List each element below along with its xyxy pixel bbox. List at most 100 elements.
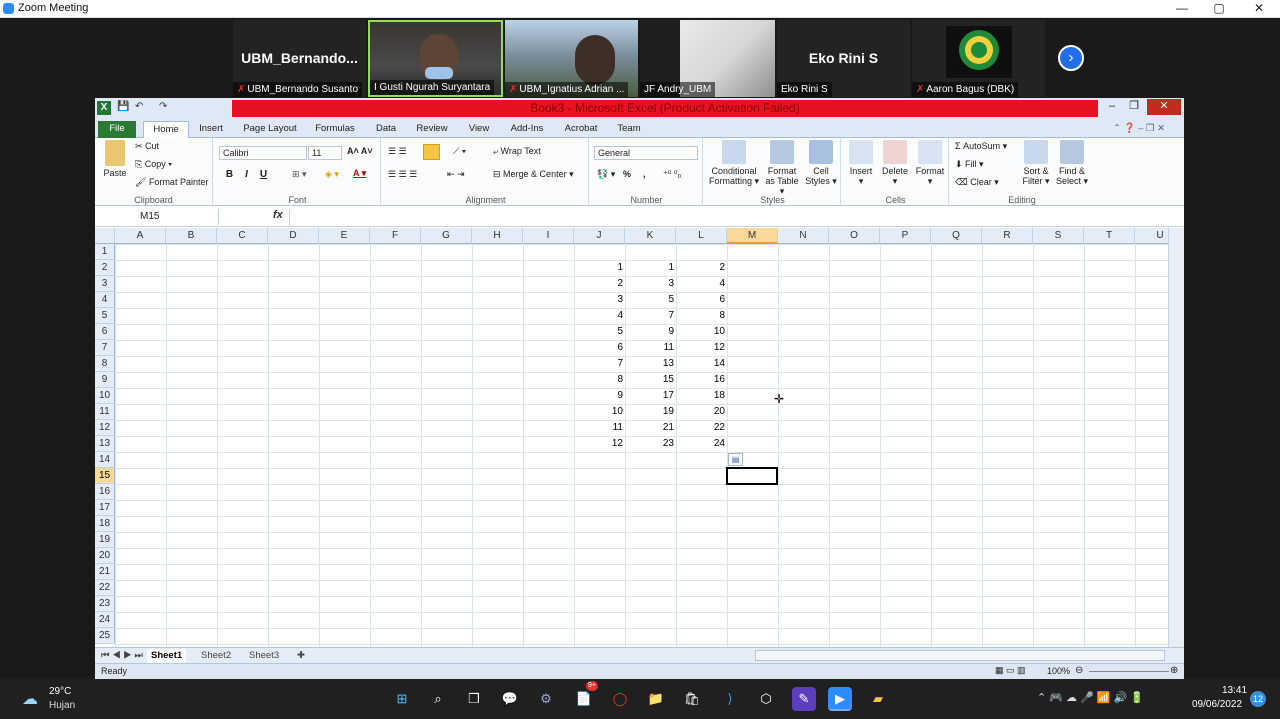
column-header[interactable]: P [880,228,931,244]
zoom-slider[interactable] [1089,671,1169,672]
new-sheet-icon[interactable]: ✚ [293,649,309,663]
cell[interactable]: 20 [676,404,727,420]
worksheet-grid[interactable]: A B C D E F G H I J K L M N O P Q R S T U 1 2 3 4 5 6 7 8 9 10 11 12 13 14… [95,228,1168,647]
wrap-text-button[interactable]: ⤶ Wrap Text [493,146,541,157]
column-header[interactable]: O [829,228,880,244]
restore-button[interactable]: ▢ [1200,0,1238,18]
cell[interactable]: 2 [574,276,625,292]
cell[interactable]: 2 [676,260,727,276]
tab-view[interactable]: View [464,121,494,138]
column-header[interactable]: R [982,228,1033,244]
cell[interactable]: 9 [625,324,676,340]
store-icon[interactable]: 🛍 [680,687,704,711]
paste-options-icon[interactable]: ▤ [728,453,743,466]
cell[interactable]: 9 [574,388,625,404]
decimal-icon[interactable]: ⁺⁰ ⁰₀ [663,169,681,180]
cell[interactable]: 3 [625,276,676,292]
tab-acrobat[interactable]: Acrobat [561,121,601,138]
column-header[interactable]: I [523,228,574,244]
paste-button[interactable]: Paste [101,140,129,178]
horizontal-scrollbar[interactable] [755,650,1165,661]
row-header[interactable]: 25 [95,628,115,644]
column-header[interactable]: T [1084,228,1135,244]
row-header[interactable]: 22 [95,580,115,596]
sort-filter-button[interactable]: Sort & Filter ▾ [1019,140,1053,186]
column-header[interactable]: N [778,228,829,244]
grow-font-button[interactable]: A˄ A˅ [347,146,373,156]
currency-icon[interactable]: 💱 ▾ [597,169,615,180]
minimize-button[interactable]: — [1163,0,1201,18]
autosum-button[interactable]: Σ AutoSum ▾ [955,141,1007,152]
clock-date[interactable]: 09/06/2022 [1192,699,1242,710]
merge-center-button[interactable]: ⊟ Merge & Center ▾ [493,169,574,180]
row-header[interactable]: 15 [95,468,115,484]
sheet-nav-icons[interactable]: ⏮ ◀ ▶ ⏭ [97,649,147,663]
cell[interactable]: 12 [676,340,727,356]
tab-data[interactable]: Data [371,121,401,138]
comma-button[interactable]: , [643,169,646,179]
row-header[interactable]: 3 [95,276,115,292]
row-header[interactable]: 20 [95,548,115,564]
zoom-taskbar-icon[interactable]: ▶ [828,687,852,711]
column-header[interactable]: S [1033,228,1084,244]
column-header[interactable]: B [166,228,217,244]
active-cell-selection[interactable] [726,467,778,485]
row-header[interactable]: 9 [95,372,115,388]
task-view-icon[interactable]: ❐ [462,687,486,711]
cell[interactable]: 18 [676,388,727,404]
row-header[interactable]: 21 [95,564,115,580]
participant-tile[interactable]: JF Andry_UBM [640,20,775,97]
tab-insert[interactable]: Insert [195,121,227,138]
zoom-in-button[interactable]: ⊕ [1170,665,1178,676]
column-header[interactable]: M [727,228,778,244]
row-header[interactable]: 16 [95,484,115,500]
column-header[interactable]: J [574,228,625,244]
redo-icon[interactable]: ↷ [159,101,167,112]
participant-tile[interactable]: ✗ Aaron Bagus (DBK) [912,20,1045,97]
cell[interactable]: 6 [574,340,625,356]
cell[interactable]: 15 [625,372,676,388]
tab-review[interactable]: Review [413,121,451,138]
zoom-out-button[interactable]: ⊖ [1075,665,1083,676]
cell[interactable]: 8 [676,308,727,324]
teams-icon[interactable]: ✎ [792,687,816,711]
cell[interactable]: 17 [625,388,676,404]
conditional-formatting-button[interactable]: Conditional Formatting ▾ [707,140,761,186]
tab-page-layout[interactable]: Page Layout [240,121,300,138]
sheet-tab-sheet1[interactable]: Sheet1 [147,649,187,663]
zoom-level[interactable]: 100% [1047,666,1070,676]
row-header[interactable]: 24 [95,612,115,628]
column-header[interactable]: E [319,228,370,244]
cell[interactable]: 1 [625,260,676,276]
row-header[interactable]: 12 [95,420,115,436]
format-as-table-button[interactable]: Format as Table ▾ [762,140,802,196]
fill-button[interactable]: ⬇ Fill ▾ [955,159,984,170]
cell-styles-button[interactable]: Cell Styles ▾ [803,140,839,186]
font-name-select[interactable]: Calibri [219,146,307,160]
cell[interactable]: 10 [676,324,727,340]
row-header[interactable]: 2 [95,260,115,276]
row-header[interactable]: 13 [95,436,115,452]
row-header[interactable]: 1 [95,244,115,260]
column-header[interactable]: K [625,228,676,244]
start-icon[interactable]: ⊞ [390,687,414,711]
notification-count[interactable]: 12 [1250,691,1266,707]
tab-file[interactable]: File [98,121,136,138]
align-left-icon[interactable]: ☰ ☰ ☰ [388,169,417,180]
chat-icon[interactable]: 💬 [498,687,522,711]
borders-icon[interactable]: ⊞ ▾ [292,169,307,180]
cell[interactable]: 13 [625,356,676,372]
name-box[interactable]: M15 [96,209,219,225]
row-header[interactable]: 8 [95,356,115,372]
italic-button[interactable]: I [240,168,253,181]
cell[interactable]: 5 [625,292,676,308]
weather-temp[interactable]: 29°C [49,686,71,697]
font-color-icon[interactable]: A ▾ [353,168,366,179]
participant-tile[interactable]: Eko Rini S Eko Rini S [777,20,910,97]
align-top-icon[interactable]: ☰ ☰ [388,146,407,157]
percent-button[interactable]: % [623,169,631,179]
underline-button[interactable]: U [257,168,270,181]
cell[interactable]: 24 [676,436,727,452]
cell[interactable]: 1 [574,260,625,276]
cell[interactable]: 8 [574,372,625,388]
